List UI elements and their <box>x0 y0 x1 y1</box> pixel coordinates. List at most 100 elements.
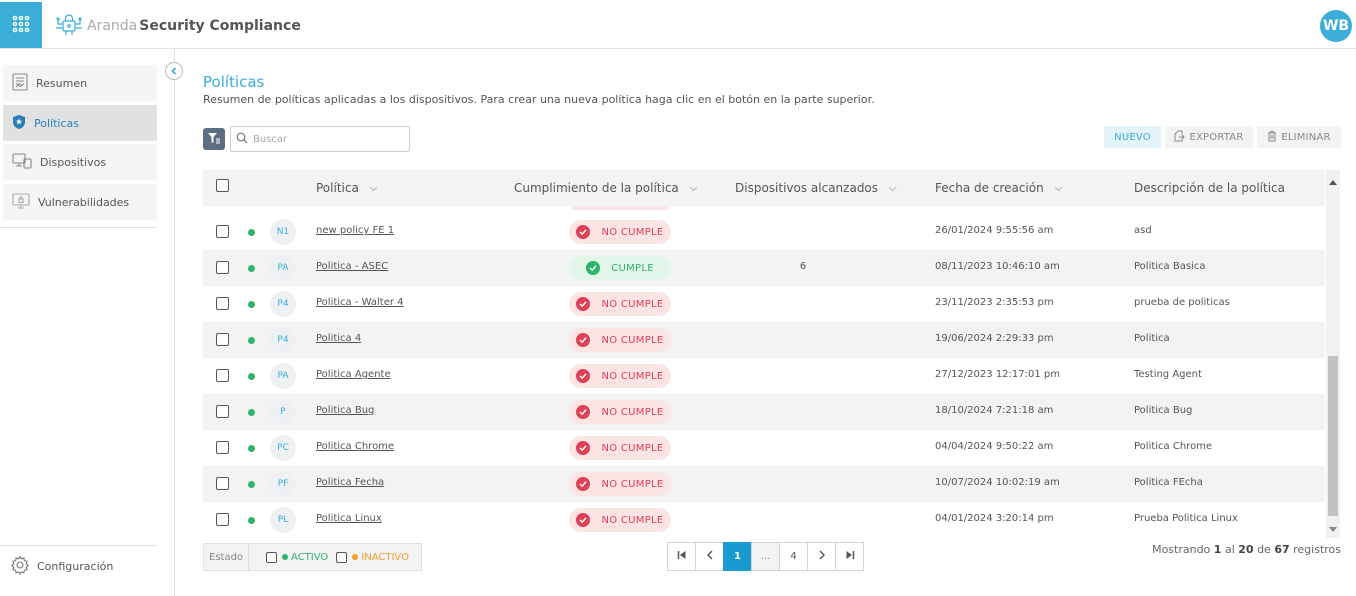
filter-button[interactable] <box>203 128 225 150</box>
policy-initials-badge: PL <box>270 507 296 533</box>
search-input[interactable] <box>253 133 403 145</box>
compliance-status-label: NO CUMPLE <box>601 298 664 310</box>
sidebar-divider <box>0 227 157 228</box>
user-avatar[interactable]: WB <box>1320 10 1352 42</box>
creation-date: 04/04/2024 9:50:22 am <box>935 441 1054 452</box>
sidebar: Resumen Políticas Dispositivos Vulnerabi… <box>0 49 175 596</box>
table-row[interactable]: PA Politica - ASEC CUMPLE 6 08/11/2023 10:46… <box>203 250 1325 286</box>
row-checkbox[interactable] <box>216 333 229 346</box>
export-file-icon <box>1174 130 1189 145</box>
chevron-down-icon <box>888 181 897 195</box>
column-header-cumplimiento[interactable]: Cumplimiento de la política <box>514 170 698 206</box>
table-row[interactable]: N1 new policy FE 1 NO CUMPLE 26/01/2024 9:5… <box>203 214 1325 250</box>
policy-name-link[interactable]: Politica Chrome <box>316 441 394 452</box>
active-status-dot <box>248 373 255 380</box>
nuevo-button[interactable]: NUEVO <box>1104 126 1161 148</box>
active-status-dot <box>248 481 255 488</box>
table-row[interactable]: PC Politica Chrome NO CUMPLE 04/04/2024 9:5… <box>203 430 1325 466</box>
estado-filter: Estado ACTIVO INACTIVO <box>203 543 422 571</box>
table-row[interactable]: P Politica Bug NO CUMPLE 18/10/2024 7:21:18… <box>203 394 1325 430</box>
policy-name-link[interactable]: new policy FE 1 <box>316 225 394 236</box>
apps-grid-button[interactable] <box>0 2 42 48</box>
table-row[interactable]: PA Politica Agente NO CUMPLE 27/12/2023 12:… <box>203 358 1325 394</box>
column-header-fecha[interactable]: Fecha de creación <box>935 170 1063 206</box>
chevron-left-icon <box>706 550 714 563</box>
chevron-down-icon <box>1054 181 1063 195</box>
policy-description: Prueba Politica Linux <box>1134 513 1238 524</box>
select-all-checkbox[interactable] <box>216 179 229 192</box>
compliance-status-pill: NO CUMPLE <box>569 400 671 424</box>
creation-date: 19/06/2024 2:29:33 pm <box>935 333 1054 344</box>
activo-label: ACTIVO <box>291 551 329 563</box>
sidebar-item-configuracion[interactable]: Configuración <box>10 555 113 578</box>
compliance-status-label: NO CUMPLE <box>601 514 664 526</box>
row-checkbox[interactable] <box>216 369 229 382</box>
row-checkbox[interactable] <box>216 261 229 274</box>
sidebar-item-label: Dispositivos <box>40 155 107 169</box>
vertical-scrollbar[interactable] <box>1326 170 1340 538</box>
page-title: Políticas <box>203 73 265 91</box>
policy-name-link[interactable]: Politica 4 <box>316 333 361 344</box>
activo-filter-option[interactable]: ACTIVO <box>266 551 329 563</box>
policy-name-link[interactable]: Politica Bug <box>316 405 374 416</box>
policy-name-link[interactable]: Politica - ASEC <box>316 261 388 272</box>
devices-icon <box>12 152 32 172</box>
last-page-button[interactable] <box>835 542 864 571</box>
next-page-button[interactable] <box>807 542 836 571</box>
table-row[interactable]: PL Politica Linux NO CUMPLE 04/01/2024 3:20… <box>203 502 1325 538</box>
scroll-up-icon[interactable] <box>1329 174 1337 188</box>
row-checkbox[interactable] <box>216 513 229 526</box>
collapse-sidebar-button[interactable] <box>165 62 183 80</box>
column-header-politica[interactable]: Política <box>316 170 378 206</box>
page-button-current[interactable]: 1 <box>723 542 752 571</box>
sidebar-item-dispositivos[interactable]: Dispositivos <box>3 144 157 180</box>
table-row[interactable]: P4 Politica 4 NO CUMPLE 19/06/2024 2:29:33 … <box>203 322 1325 358</box>
compliance-status-pill: NO CUMPLE <box>569 508 671 532</box>
active-status-dot <box>248 301 255 308</box>
policy-initials-badge: P <box>270 399 296 425</box>
column-header-dispositivos[interactable]: Dispositivos alcanzados <box>735 170 897 206</box>
chevron-down-icon <box>369 181 378 195</box>
table-row[interactable]: P4 Politica - Walter 4 NO CUMPLE 23/11/2023… <box>203 286 1325 322</box>
trash-icon <box>1267 130 1281 145</box>
creation-date: 04/01/2024 3:20:14 pm <box>935 513 1054 524</box>
scrollbar-thumb[interactable] <box>1328 356 1338 516</box>
sidebar-item-label: Políticas <box>34 116 79 130</box>
prev-page-button[interactable] <box>695 542 724 571</box>
x-circle-icon <box>576 369 591 383</box>
active-status-dot <box>248 229 255 236</box>
first-page-button[interactable] <box>667 542 696 571</box>
sidebar-item-politicas[interactable]: Políticas <box>3 105 157 141</box>
policy-name-link[interactable]: Politica Fecha <box>316 477 384 488</box>
eliminar-button[interactable]: ELIMINAR <box>1257 126 1341 148</box>
row-checkbox[interactable] <box>216 441 229 454</box>
policy-name-link[interactable]: Politica Agente <box>316 369 391 380</box>
x-circle-icon <box>576 297 591 311</box>
row-checkbox[interactable] <box>216 225 229 238</box>
exportar-button[interactable]: EXPORTAR <box>1165 126 1253 148</box>
row-checkbox[interactable] <box>216 405 229 418</box>
policy-name-link[interactable]: Politica Linux <box>316 513 382 524</box>
policy-description: Politica Chrome <box>1134 441 1213 452</box>
sidebar-item-label: Resumen <box>36 76 88 90</box>
row-checkbox[interactable] <box>216 477 229 490</box>
creation-date: 26/01/2024 9:55:56 am <box>935 225 1054 236</box>
table-body: N1 new policy FE 1 NO CUMPLE 26/01/2024 9:5… <box>203 214 1325 538</box>
sidebar-item-resumen[interactable]: Resumen <box>3 65 157 101</box>
row-checkbox[interactable] <box>216 297 229 310</box>
scroll-down-icon[interactable] <box>1329 522 1337 536</box>
x-circle-icon <box>576 225 591 239</box>
apps-grid-icon <box>12 15 30 36</box>
table-row[interactable]: PF Politica Fecha NO CUMPLE 10/07/2024 10:0… <box>203 466 1325 502</box>
page-button-last-number[interactable]: 4 <box>779 542 808 571</box>
sidebar-item-vulnerabilidades[interactable]: Vulnerabilidades <box>3 184 157 220</box>
policy-name-link[interactable]: Politica - Walter 4 <box>316 297 404 308</box>
policy-description: Testing Agent <box>1134 369 1202 380</box>
inactivo-filter-option[interactable]: INACTIVO <box>336 551 409 563</box>
policy-initials-badge: PC <box>270 435 296 461</box>
gear-icon <box>10 555 30 578</box>
filter-icon <box>207 132 221 147</box>
activo-checkbox[interactable] <box>266 551 278 563</box>
inactivo-checkbox[interactable] <box>336 551 348 563</box>
x-circle-icon <box>576 441 591 455</box>
